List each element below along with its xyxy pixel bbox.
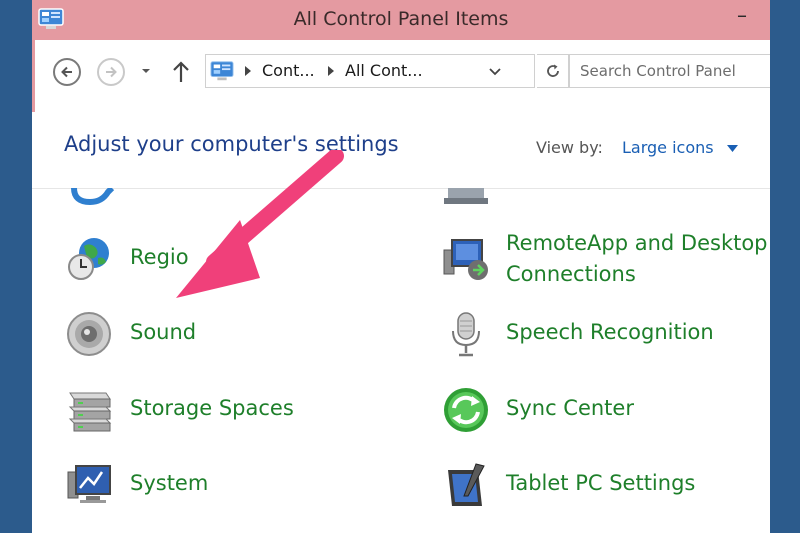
- list-item-tablet-pc-settings[interactable]: Tablet PC Settings: [442, 460, 770, 510]
- breadcrumb-all-items[interactable]: All Cont...: [345, 61, 423, 80]
- view-by-value: Large icons: [622, 138, 714, 157]
- content-header: Adjust your computer's settings View by:…: [32, 112, 770, 188]
- region-globe-clock-icon: [68, 238, 109, 280]
- item-label-line2: Connections: [506, 262, 636, 286]
- item-label: Sync Center: [506, 396, 634, 420]
- content-divider: [32, 188, 770, 189]
- minimize-button[interactable]: –: [722, 0, 762, 36]
- window-title: All Control Panel Items: [293, 8, 509, 30]
- list-item-sync-center[interactable]: Sync Center: [442, 385, 770, 435]
- list-item-speech-recognition[interactable]: Speech Recognition: [442, 309, 770, 359]
- item-label: Tablet PC Settings: [506, 471, 696, 495]
- item-label: Storage Spaces: [130, 396, 294, 420]
- list-item-storage-spaces[interactable]: Storage Spaces: [66, 385, 366, 435]
- clipped-item-icon: [71, 188, 115, 206]
- system-computer-icon: [67, 465, 111, 503]
- caret-down-icon: [726, 144, 738, 152]
- item-label: Regio: [130, 245, 189, 269]
- list-item-system[interactable]: System: [66, 460, 366, 510]
- view-by-label: View by:: [536, 138, 603, 157]
- breadcrumb-separator-icon: [245, 66, 251, 76]
- storage-drives-icon: [68, 392, 112, 432]
- item-label: Speech Recognition: [506, 320, 714, 344]
- up-arrow-icon[interactable]: [171, 60, 191, 84]
- control-panel-window: All Control Panel Items – Cont... All Co…: [32, 0, 770, 533]
- clipped-item-icon: [444, 188, 488, 204]
- list-item-remoteapp[interactable]: RemoteApp and Desktop Connections: [442, 228, 770, 292]
- refresh-icon: [546, 64, 559, 77]
- list-item-region[interactable]: Regio: [66, 234, 366, 284]
- page-heading: Adjust your computer's settings: [64, 132, 399, 156]
- item-label: Sound: [130, 320, 197, 344]
- control-panel-icon: [210, 61, 234, 81]
- sync-icon: [444, 388, 488, 432]
- back-arrow-icon: [61, 66, 72, 78]
- breadcrumb-separator-icon: [328, 66, 334, 76]
- breadcrumb-control-panel[interactable]: Cont...: [262, 61, 315, 80]
- chevron-down-icon[interactable]: [489, 67, 501, 77]
- remoteapp-icon: [443, 239, 488, 280]
- title-bar[interactable]: All Control Panel Items –: [32, 0, 770, 40]
- forward-arrow-icon: [106, 66, 117, 78]
- tablet-pen-icon: [448, 463, 485, 506]
- address-bar[interactable]: Cont... All Cont...: [205, 54, 535, 88]
- recent-locations-chevron-icon[interactable]: [139, 64, 153, 78]
- navigation-bar: Cont... All Cont...: [32, 40, 770, 112]
- item-label-line1: RemoteApp and Desktop: [506, 231, 768, 255]
- item-label: System: [130, 471, 209, 495]
- refresh-button[interactable]: [537, 54, 569, 88]
- back-button[interactable]: [53, 58, 81, 86]
- list-item-sound[interactable]: Sound: [66, 309, 366, 359]
- view-by-dropdown[interactable]: Large icons: [622, 138, 738, 157]
- search-input[interactable]: [569, 54, 770, 88]
- microphone-icon: [452, 312, 480, 357]
- speaker-icon: [67, 312, 111, 356]
- forward-button[interactable]: [97, 58, 125, 86]
